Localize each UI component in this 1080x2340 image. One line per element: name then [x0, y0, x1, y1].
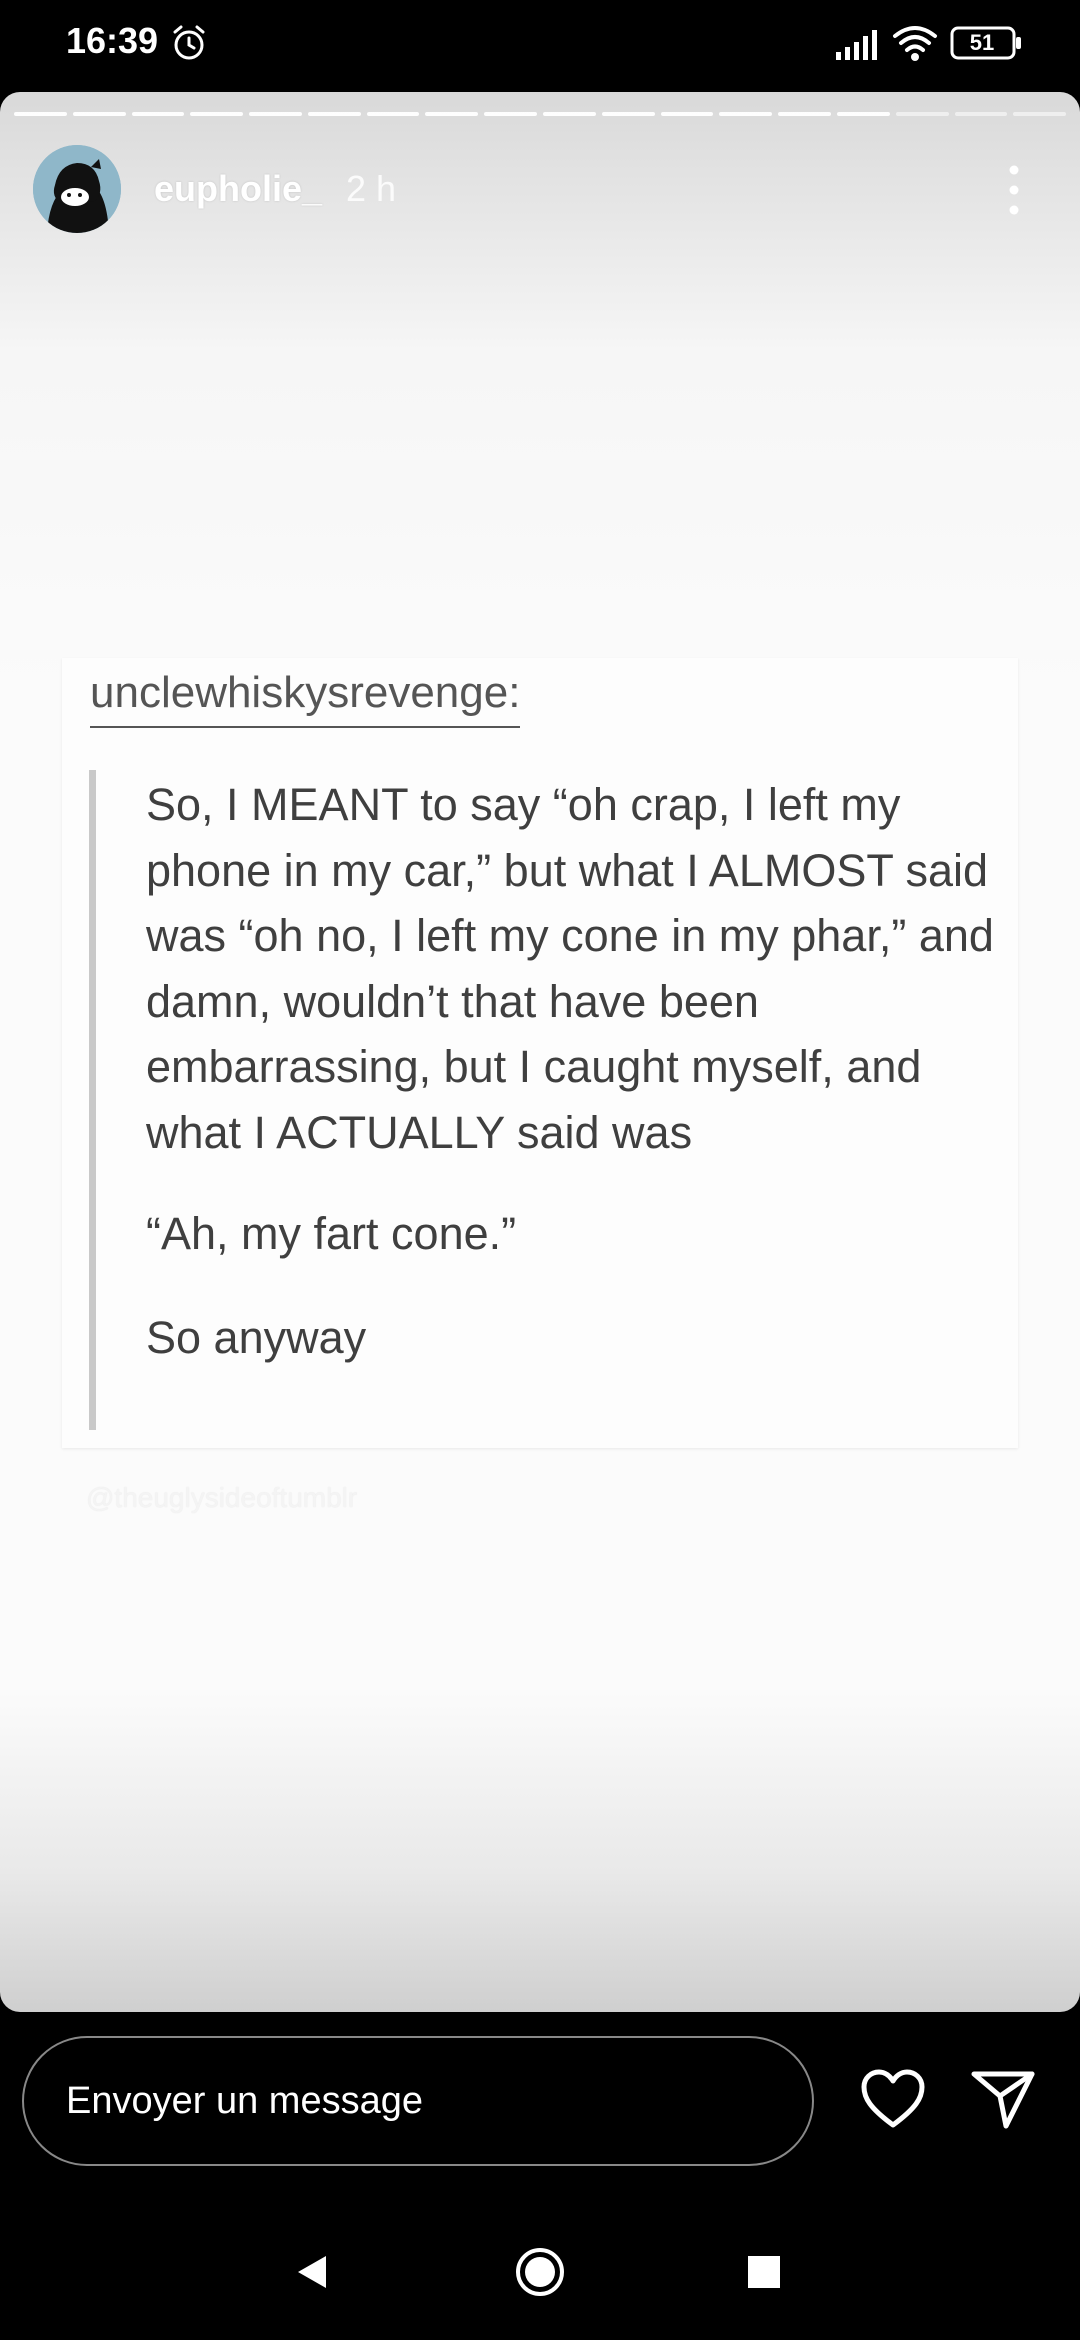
alarm-icon — [173, 25, 205, 60]
progress-segment — [601, 112, 655, 116]
progress-segment — [307, 112, 361, 116]
progress-segment — [660, 112, 714, 116]
progress-segment — [719, 112, 773, 116]
progress-segment — [72, 112, 126, 116]
signal-icon — [836, 30, 877, 60]
progress-segment — [366, 112, 420, 116]
more-vertical-icon[interactable] — [1000, 160, 1028, 220]
progress-segment — [1013, 112, 1067, 116]
progress-segment — [954, 112, 1008, 116]
watermark: @theuglysideoftumblr — [86, 1482, 358, 1513]
nav-recent-icon[interactable] — [746, 2254, 782, 2290]
story-progress-bar — [14, 112, 1067, 116]
post-author: unclewhiskysrevenge: — [90, 668, 521, 728]
battery-level: 51 — [969, 30, 995, 55]
story-card[interactable]: eupholie_ 2 h unclewhiskysrevenge: So, I… — [0, 92, 1080, 2012]
heart-icon[interactable] — [860, 2068, 926, 2130]
quote-paragraph: So anyway — [146, 1311, 367, 1363]
quote-paragraph: “Ah, my fart cone.” — [146, 1208, 517, 1259]
progress-segment — [131, 112, 185, 116]
progress-segment — [484, 112, 538, 116]
quote-bar — [89, 770, 96, 1430]
story-username[interactable]: eupholie_ — [154, 168, 322, 210]
nav-home-icon[interactable] — [514, 2246, 566, 2298]
story-time-ago: 2 h — [346, 168, 397, 209]
status-bar: 16:39 51 — [0, 0, 1080, 90]
status-time: 16:39 — [66, 20, 159, 61]
progress-segment — [543, 112, 596, 116]
avatar-image — [33, 145, 121, 233]
send-icon[interactable] — [970, 2068, 1036, 2130]
tumblr-post: unclewhiskysrevenge: So, I MEANT to say … — [62, 658, 1018, 1448]
nav-back-icon[interactable] — [294, 2252, 330, 2292]
instagram-story-screen: 16:39 51 eupholie_ 2 h unclewhiskysreven… — [0, 0, 1080, 2340]
progress-segment — [14, 112, 67, 116]
quote-body: So, I MEANT to say “oh crap, I left my p… — [146, 772, 996, 1370]
progress-segment — [190, 112, 244, 116]
progress-segment — [836, 112, 890, 116]
progress-segment — [778, 112, 831, 116]
quote-paragraph: So, I MEANT to say “oh crap, I left my p… — [146, 779, 994, 1158]
progress-segment — [425, 112, 479, 116]
message-input[interactable]: Envoyer un message — [22, 2036, 814, 2166]
progress-segment — [895, 112, 949, 116]
wifi-icon — [893, 26, 937, 61]
progress-segment — [249, 112, 302, 116]
avatar[interactable] — [33, 145, 121, 233]
